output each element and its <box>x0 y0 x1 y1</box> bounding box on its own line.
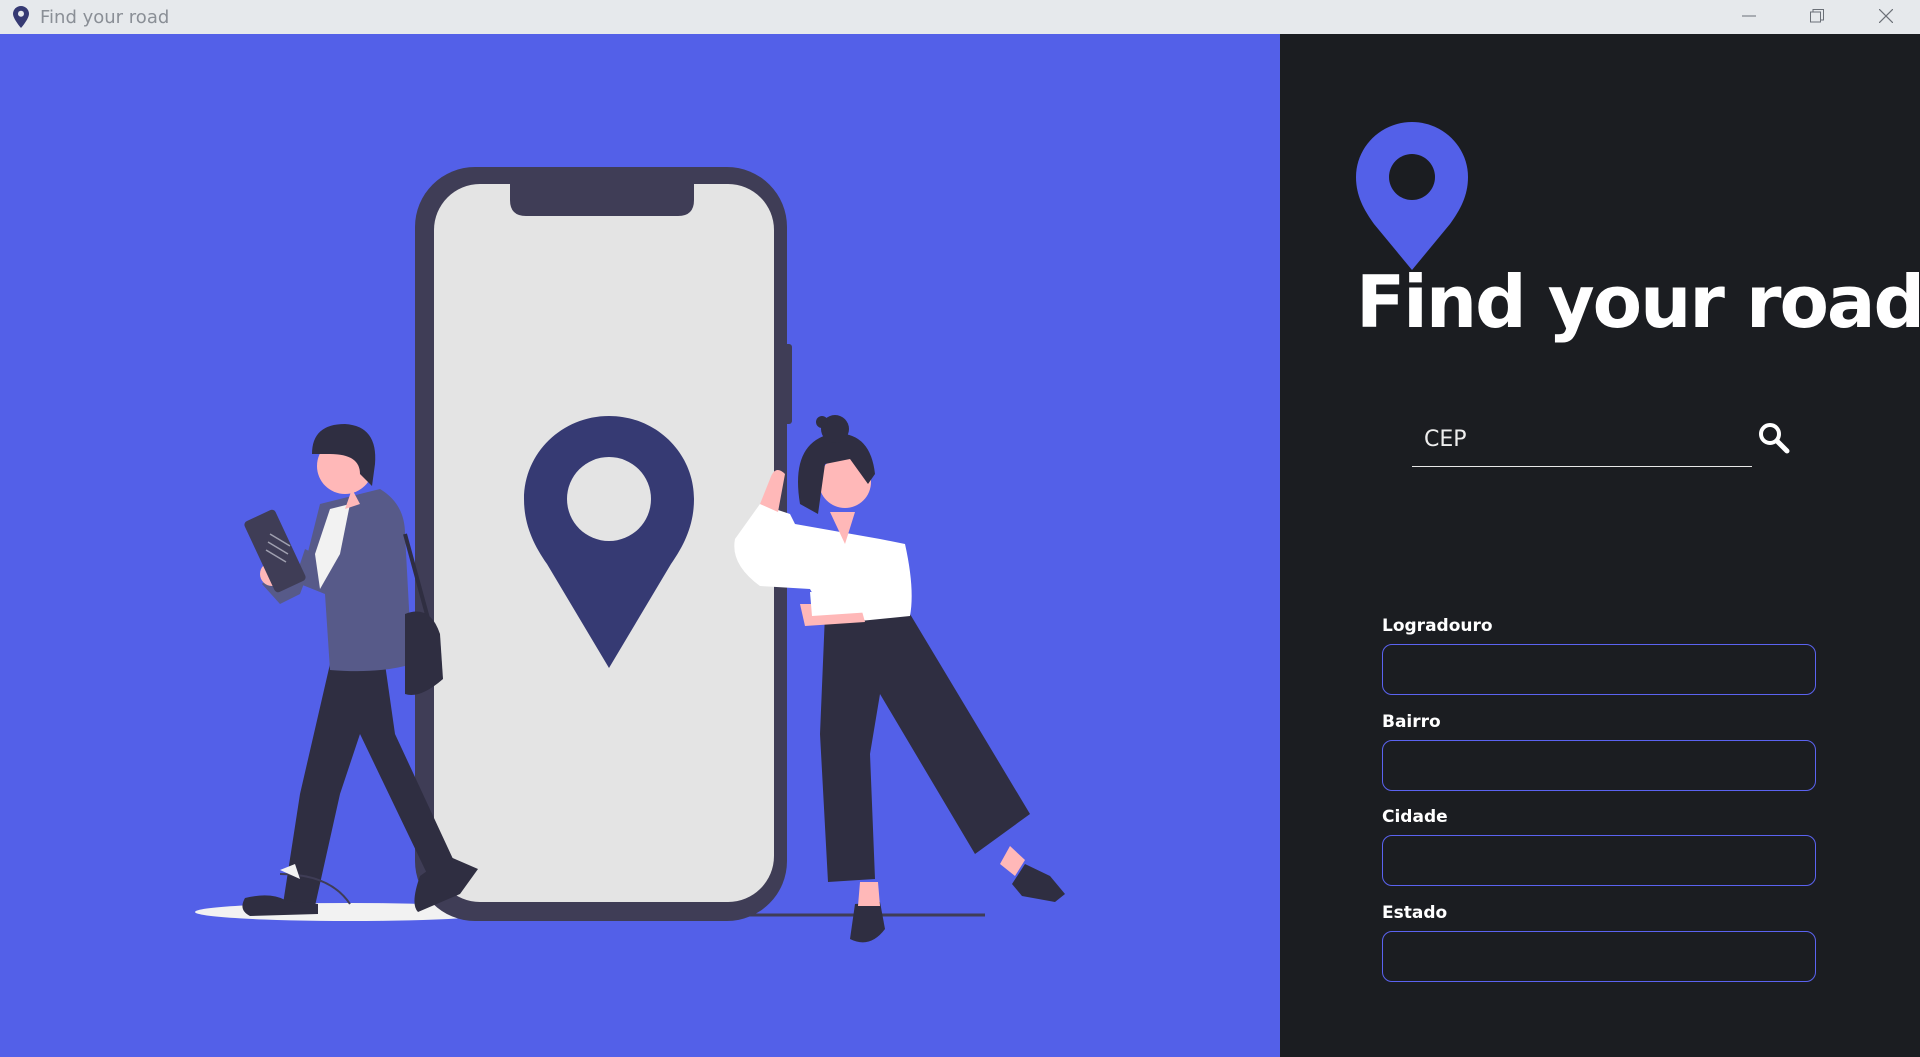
illustration-panel <box>0 34 1280 1057</box>
restore-icon <box>1810 8 1824 27</box>
app-window: Find your road Find your road CEP Lograd… <box>0 0 1920 1057</box>
bairro-label: Bairro <box>1382 712 1441 732</box>
search-button[interactable] <box>1754 420 1794 460</box>
estado-input[interactable] <box>1382 931 1816 982</box>
bairro-input[interactable] <box>1382 740 1816 791</box>
title-bar[interactable]: Find your road <box>0 0 1920 34</box>
cep-field <box>1412 414 1752 467</box>
cidade-input[interactable] <box>1382 835 1816 886</box>
map-pin-icon <box>1356 122 1468 270</box>
search-panel: Find your road Logradouro Bairro Cidade … <box>1280 34 1920 1057</box>
estado-label: Estado <box>1382 903 1448 923</box>
close-icon <box>1878 8 1894 27</box>
cidade-label: Cidade <box>1382 807 1448 827</box>
logradouro-label: Logradouro <box>1382 616 1493 636</box>
cep-input[interactable] <box>1412 414 1732 464</box>
app-heading: Find your road <box>1356 260 1920 344</box>
maximize-button[interactable] <box>1783 0 1851 34</box>
close-button[interactable] <box>1852 0 1920 34</box>
minimize-button[interactable] <box>1715 0 1783 34</box>
minimize-icon <box>1742 8 1756 27</box>
logradouro-input[interactable] <box>1382 644 1816 695</box>
search-icon <box>1758 422 1790 458</box>
map-pin-icon <box>10 6 32 28</box>
window-title: Find your road <box>40 6 170 28</box>
location-illustration <box>0 34 1280 1057</box>
